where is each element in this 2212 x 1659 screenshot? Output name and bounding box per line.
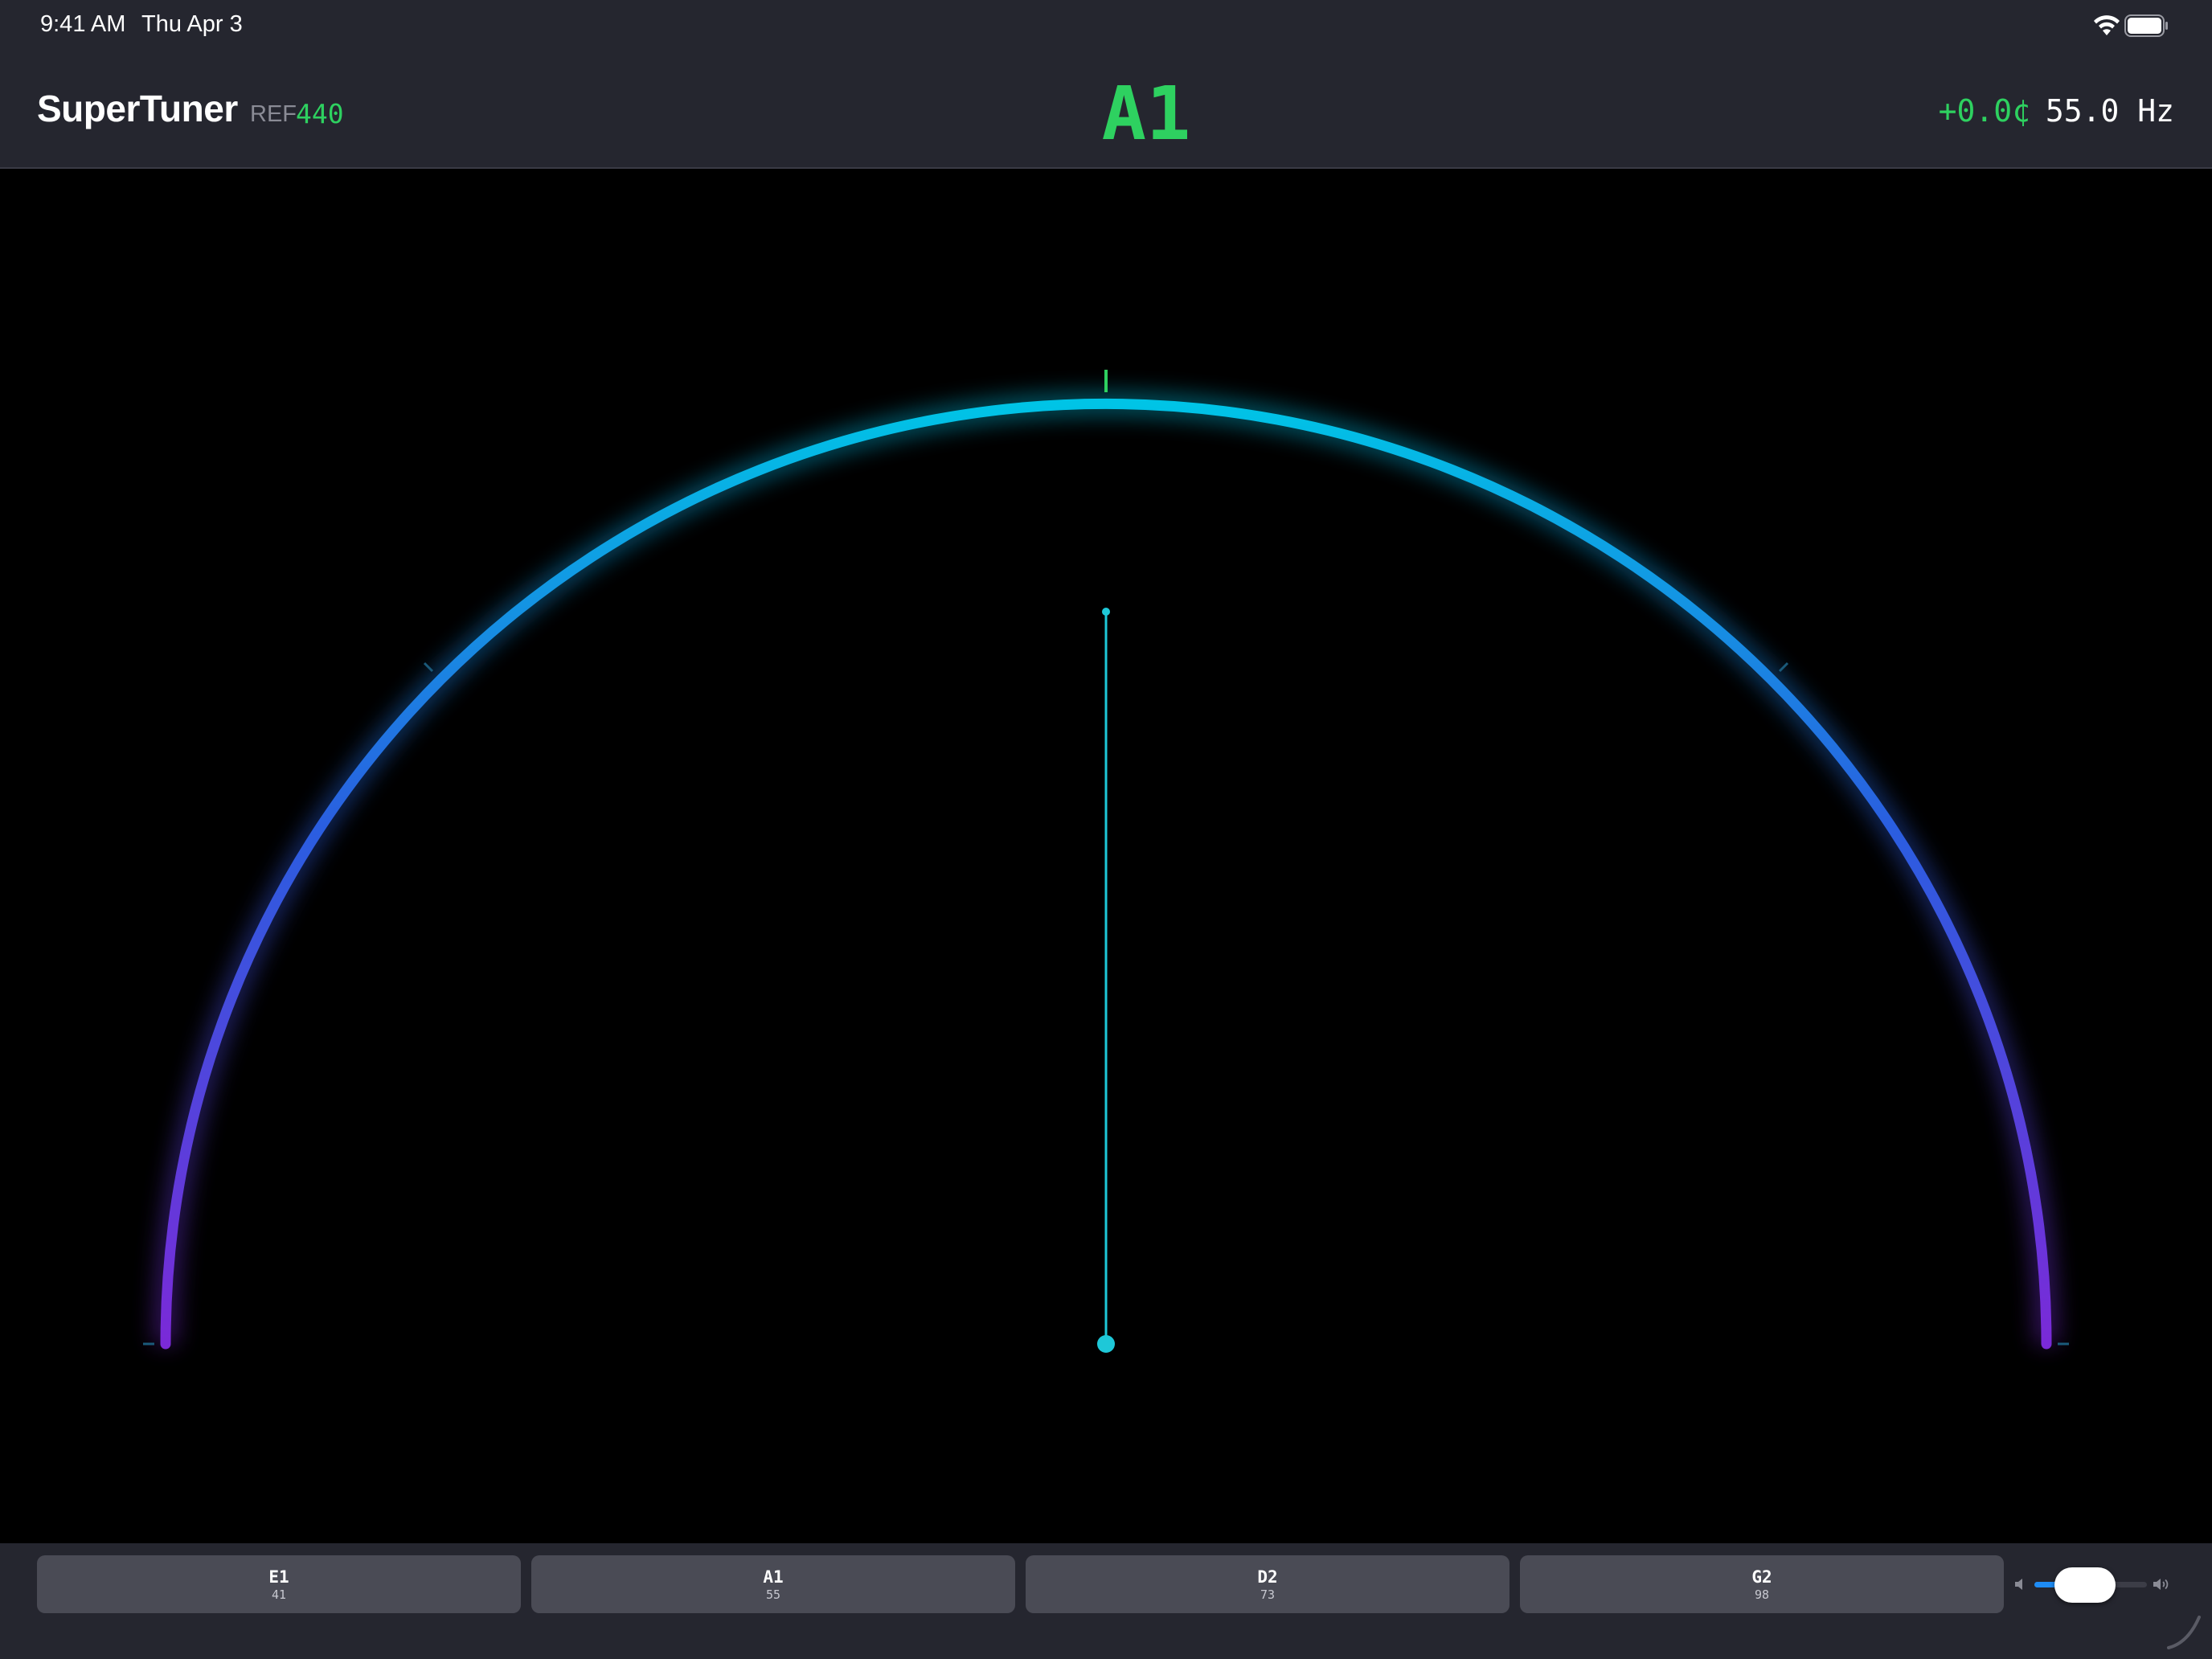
needle-pivot: [1097, 1335, 1115, 1353]
tick-left-mid: [423, 662, 434, 673]
status-date: Thu Apr 3: [141, 11, 243, 37]
string-frequency: 55: [765, 1587, 781, 1602]
string-button-e1[interactable]: E1 41: [37, 1555, 521, 1613]
wifi-icon: [2094, 15, 2120, 35]
string-frequency: 73: [1260, 1587, 1276, 1602]
volume-low-icon: [2015, 1579, 2022, 1590]
tuner-needle: [1102, 608, 1110, 1344]
string-frequency: 41: [271, 1587, 287, 1602]
app-title: SuperTuner: [37, 88, 238, 129]
string-note: G2: [1751, 1567, 1772, 1587]
detected-note: A1: [1101, 71, 1191, 157]
string-note: D2: [1257, 1567, 1278, 1587]
string-frequency: 98: [1754, 1587, 1770, 1602]
string-note: A1: [763, 1567, 784, 1587]
string-button-d2[interactable]: D2 73: [1026, 1555, 1509, 1613]
frequency-readout: 55.0 Hz: [2045, 93, 2174, 129]
battery-icon: [2124, 14, 2168, 37]
reference-label: REF: [250, 101, 297, 127]
string-note: E1: [268, 1567, 289, 1587]
reference-pitch-value[interactable]: 440: [296, 98, 344, 129]
tuner-gauge: [143, 370, 2069, 1353]
status-time: 9:41 AM: [40, 11, 126, 37]
resize-grip-icon[interactable]: [2164, 1611, 2204, 1651]
tick-right-mid: [1778, 662, 1789, 673]
volume-thumb[interactable]: [2054, 1567, 2116, 1603]
volume-high-icon: [2153, 1579, 2169, 1590]
cents-readout: +0.0¢: [1938, 93, 2030, 129]
string-button-a1[interactable]: A1 55: [531, 1555, 1015, 1613]
volume-slider[interactable]: [2034, 1567, 2147, 1603]
string-button-g2[interactable]: G2 98: [1520, 1555, 2004, 1613]
